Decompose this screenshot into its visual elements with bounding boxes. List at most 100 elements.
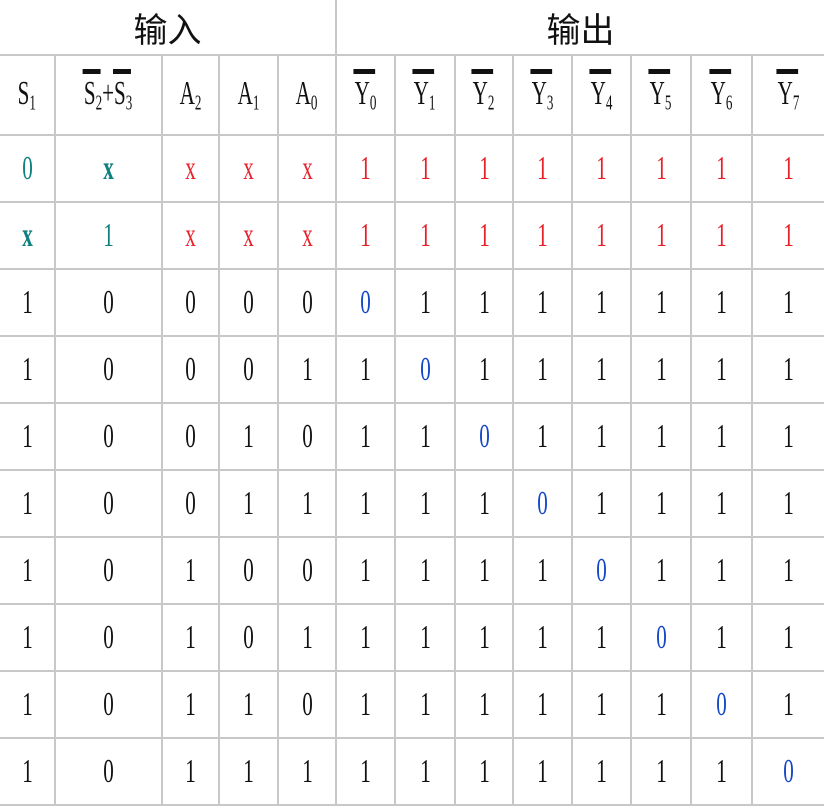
table-cell: x — [56, 136, 163, 203]
table-cell: 1 — [279, 739, 337, 806]
table-cell: 1 — [0, 471, 56, 538]
table-cell: 1 — [396, 471, 456, 538]
table-cell: 1 — [396, 404, 456, 471]
table-cell: 1 — [753, 538, 824, 605]
table-cell: 0 — [56, 337, 163, 404]
table-cell: 0 — [163, 471, 220, 538]
table-cell: 1 — [337, 203, 396, 270]
table-cell: 1 — [456, 538, 514, 605]
table-cell: 1 — [514, 270, 573, 337]
table-cell: x — [279, 203, 337, 270]
table-cell: 1 — [163, 672, 220, 739]
column-header-8: Y3 — [514, 56, 573, 136]
table-row: 1000001111111 — [0, 270, 824, 337]
table-cell: 0 — [279, 538, 337, 605]
table-cell: 0 — [163, 270, 220, 337]
table-cell: 0 — [456, 404, 514, 471]
table-cell: 1 — [220, 672, 279, 739]
table-cell: 1 — [456, 136, 514, 203]
table-cell: 0 — [692, 672, 753, 739]
table-cell: 0 — [56, 404, 163, 471]
table-cell: 1 — [396, 672, 456, 739]
table-cell: 0 — [56, 270, 163, 337]
table-cell: 0 — [279, 270, 337, 337]
column-header-6: Y1 — [396, 56, 456, 136]
table-cell: 1 — [632, 471, 692, 538]
table-cell: 1 — [632, 404, 692, 471]
table-cell: 1 — [456, 337, 514, 404]
table-cell: 1 — [396, 270, 456, 337]
table-cell: 0 — [632, 605, 692, 672]
table-cell: x — [0, 203, 56, 270]
table-cell: 1 — [163, 605, 220, 672]
table-cell: 1 — [0, 605, 56, 672]
table-cell: 1 — [0, 538, 56, 605]
table-cell: 0 — [514, 471, 573, 538]
table-cell: 1 — [632, 203, 692, 270]
table-cell: 1 — [573, 739, 632, 806]
table-cell: 0 — [279, 672, 337, 739]
table-cell: x — [279, 136, 337, 203]
table-cell: 0 — [56, 672, 163, 739]
column-header-9: Y4 — [573, 56, 632, 136]
table-cell: 1 — [753, 136, 824, 203]
table-cell: 1 — [692, 538, 753, 605]
table-cell: 1 — [514, 605, 573, 672]
table-cell: 1 — [753, 605, 824, 672]
table-row: 1011111111110 — [0, 739, 824, 806]
table-cell: x — [220, 203, 279, 270]
table-cell: 1 — [396, 203, 456, 270]
table-row: x1xxx11111111 — [0, 203, 824, 270]
group-header-row: 输入 输出 — [0, 0, 824, 56]
table-cell: 1 — [396, 605, 456, 672]
table-cell: 0 — [753, 739, 824, 806]
table-row: 1010011110111 — [0, 538, 824, 605]
table-cell: 1 — [573, 270, 632, 337]
table-cell: 1 — [220, 404, 279, 471]
table-cell: 1 — [514, 404, 573, 471]
table-cell: x — [220, 136, 279, 203]
table-cell: 0 — [56, 538, 163, 605]
table-cell: 1 — [573, 203, 632, 270]
table-cell: 1 — [396, 136, 456, 203]
table-cell: x — [163, 136, 220, 203]
table-cell: 1 — [337, 739, 396, 806]
table-cell: 1 — [573, 404, 632, 471]
table-cell: 0 — [396, 337, 456, 404]
table-cell: 1 — [456, 471, 514, 538]
table-cell: 1 — [456, 203, 514, 270]
table-cell: 1 — [337, 136, 396, 203]
table-cell: 1 — [692, 471, 753, 538]
table-cell: 0 — [220, 605, 279, 672]
table-cell: 1 — [573, 136, 632, 203]
table-cell: 0 — [573, 538, 632, 605]
column-header-3: A1 — [220, 56, 279, 136]
table-row: 1001011011111 — [0, 404, 824, 471]
table-cell: 0 — [220, 270, 279, 337]
table-cell: 0 — [56, 739, 163, 806]
table-cell: 1 — [692, 337, 753, 404]
table-cell: 1 — [163, 538, 220, 605]
table-row: 0xxxx11111111 — [0, 136, 824, 203]
column-header-11: Y6 — [692, 56, 753, 136]
table-cell: 1 — [220, 739, 279, 806]
table-cell: 1 — [337, 337, 396, 404]
column-header-1: S2+S3 — [56, 56, 163, 136]
table-cell: 1 — [220, 471, 279, 538]
table-cell: 1 — [753, 203, 824, 270]
table-row: 1001111101111 — [0, 471, 824, 538]
column-header-5: Y0 — [337, 56, 396, 136]
table-cell: 0 — [56, 605, 163, 672]
table-cell: 1 — [337, 404, 396, 471]
table-cell: 0 — [337, 270, 396, 337]
table-body: 0xxxx11111111x1xxx1111111110000011111111… — [0, 136, 824, 806]
table-cell: 1 — [514, 538, 573, 605]
table-cell: 0 — [220, 538, 279, 605]
table-cell: 1 — [753, 337, 824, 404]
table-cell: 1 — [514, 203, 573, 270]
table-cell: 1 — [456, 739, 514, 806]
column-header-4: A0 — [279, 56, 337, 136]
table-cell: 1 — [396, 538, 456, 605]
table-cell: 1 — [753, 471, 824, 538]
table-cell: 1 — [0, 739, 56, 806]
